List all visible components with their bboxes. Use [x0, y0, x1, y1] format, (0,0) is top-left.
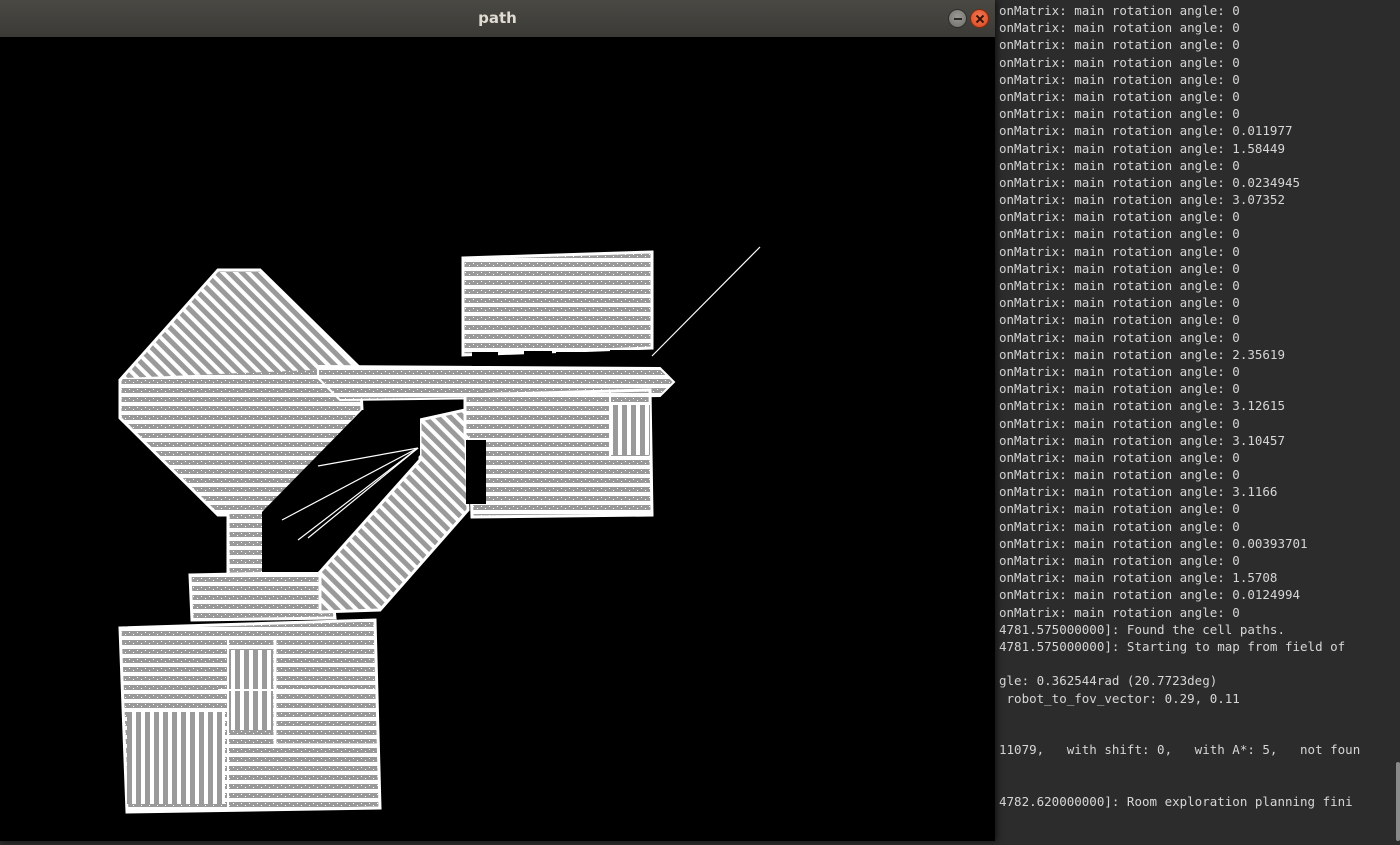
- terminal-line: onMatrix: main rotation angle: 0: [999, 278, 1240, 293]
- terminal-line: onMatrix: main rotation angle: 0.0124994: [999, 587, 1301, 603]
- region-top-room: [461, 250, 654, 357]
- terminal-scrollbar[interactable]: [1396, 762, 1400, 841]
- terminal-line: onMatrix: main rotation angle: 0: [999, 501, 1240, 517]
- region-bottom-vstripes: [127, 712, 225, 804]
- terminal-line: onMatrix: main rotation angle: 0: [999, 363, 1240, 379]
- terminal-line: robot_to_fov_vector: 0.29, 0.11: [999, 690, 1240, 706]
- terminal-line: onMatrix: main rotation angle: 0.0234945: [999, 174, 1301, 190]
- path-window: path: [0, 0, 995, 841]
- terminal-line: onMatrix: main rotation angle: 0: [999, 295, 1240, 311]
- region-hallway: [188, 570, 337, 622]
- region-connector: [226, 510, 268, 580]
- terminal-line: onMatrix: main rotation angle: 0: [999, 243, 1240, 259]
- terminal-line: onMatrix: main rotation angle: 3.10457: [999, 432, 1285, 448]
- terminal-line: onMatrix: main rotation angle: 3.07352: [999, 192, 1285, 208]
- obstacle: [524, 351, 552, 365]
- title-bar[interactable]: path: [0, 0, 995, 38]
- terminal-line: onMatrix: main rotation angle: 0: [999, 415, 1240, 431]
- terminal-line: onMatrix: main rotation angle: 3.12615: [999, 398, 1285, 414]
- terminal-output: onMatrix: main rotation angle: 0 onMatrix…: [999, 2, 1360, 810]
- terminal-line: onMatrix: main rotation angle: 3.1166: [999, 484, 1278, 500]
- terminal-line: onMatrix: main rotation angle: 0: [999, 553, 1240, 568]
- terminal-line: onMatrix: main rotation angle: 0: [999, 381, 1240, 397]
- terminal-line: onMatrix: main rotation angle: 0: [999, 3, 1240, 18]
- terminal-line: 4782.620000000]: Room exploration planni…: [999, 793, 1353, 809]
- region-diamond-top: [124, 272, 358, 378]
- region-right-vstripes: [610, 405, 650, 455]
- terminal-line: 11079, with shift: 0, with A*: 5, not fo…: [999, 742, 1361, 758]
- terminal-line: onMatrix: main rotation angle: 0: [999, 449, 1240, 465]
- terminal-line: onMatrix: main rotation angle: 0.011977: [999, 123, 1293, 139]
- terminal-line: gle: 0.362544rad (20.7723deg): [999, 673, 1218, 689]
- terminal-line: onMatrix: main rotation angle: 0: [999, 20, 1240, 36]
- close-button[interactable]: [970, 9, 989, 28]
- terminal-line: onMatrix: main rotation angle: 0: [999, 467, 1240, 483]
- terminal-line: onMatrix: main rotation angle: 0: [999, 518, 1240, 534]
- terminal-line: onMatrix: main rotation angle: 0: [999, 226, 1240, 242]
- terminal-line: onMatrix: main rotation angle: 0: [999, 604, 1240, 620]
- window-title: path: [478, 9, 517, 27]
- coverage-path-map: [118, 246, 761, 814]
- terminal-line: onMatrix: main rotation angle: 0: [999, 71, 1240, 87]
- obstacle: [610, 350, 638, 364]
- terminal-line: 4781.575000000]: Starting to map from fi…: [999, 638, 1346, 654]
- obstacle: [556, 352, 586, 366]
- terminal-line: onMatrix: main rotation angle: 0: [999, 329, 1240, 345]
- terminal-line: onMatrix: main rotation angle: 0: [999, 312, 1240, 328]
- terminal-line: 4781.575000000]: Found the cell paths.: [999, 621, 1285, 637]
- map-canvas: [0, 37, 995, 841]
- terminal-line: onMatrix: main rotation angle: 0: [999, 209, 1240, 225]
- terminal-line: onMatrix: main rotation angle: 1.58449: [999, 140, 1285, 156]
- terminal-line: onMatrix: main rotation angle: 0.0039370…: [999, 535, 1308, 551]
- terminal-line: onMatrix: main rotation angle: 0: [999, 106, 1240, 122]
- terminal-line: onMatrix: main rotation angle: 1.5708: [999, 570, 1278, 586]
- terminal-line: onMatrix: main rotation angle: 0: [999, 260, 1240, 276]
- obstacle: [472, 352, 498, 366]
- terminal-line: onMatrix: main rotation angle: 0: [999, 37, 1240, 53]
- obstacle: [466, 440, 486, 504]
- close-icon: [975, 14, 985, 24]
- minimize-icon: [954, 18, 962, 20]
- minimize-button[interactable]: [948, 9, 967, 28]
- terminal-line: onMatrix: main rotation angle: 0: [999, 54, 1240, 70]
- terminal-line: onMatrix: main rotation angle: 0: [999, 88, 1240, 104]
- terminal-line: onMatrix: main rotation angle: 2.35619: [999, 346, 1285, 362]
- terminal-line: onMatrix: main rotation angle: 0: [999, 157, 1240, 173]
